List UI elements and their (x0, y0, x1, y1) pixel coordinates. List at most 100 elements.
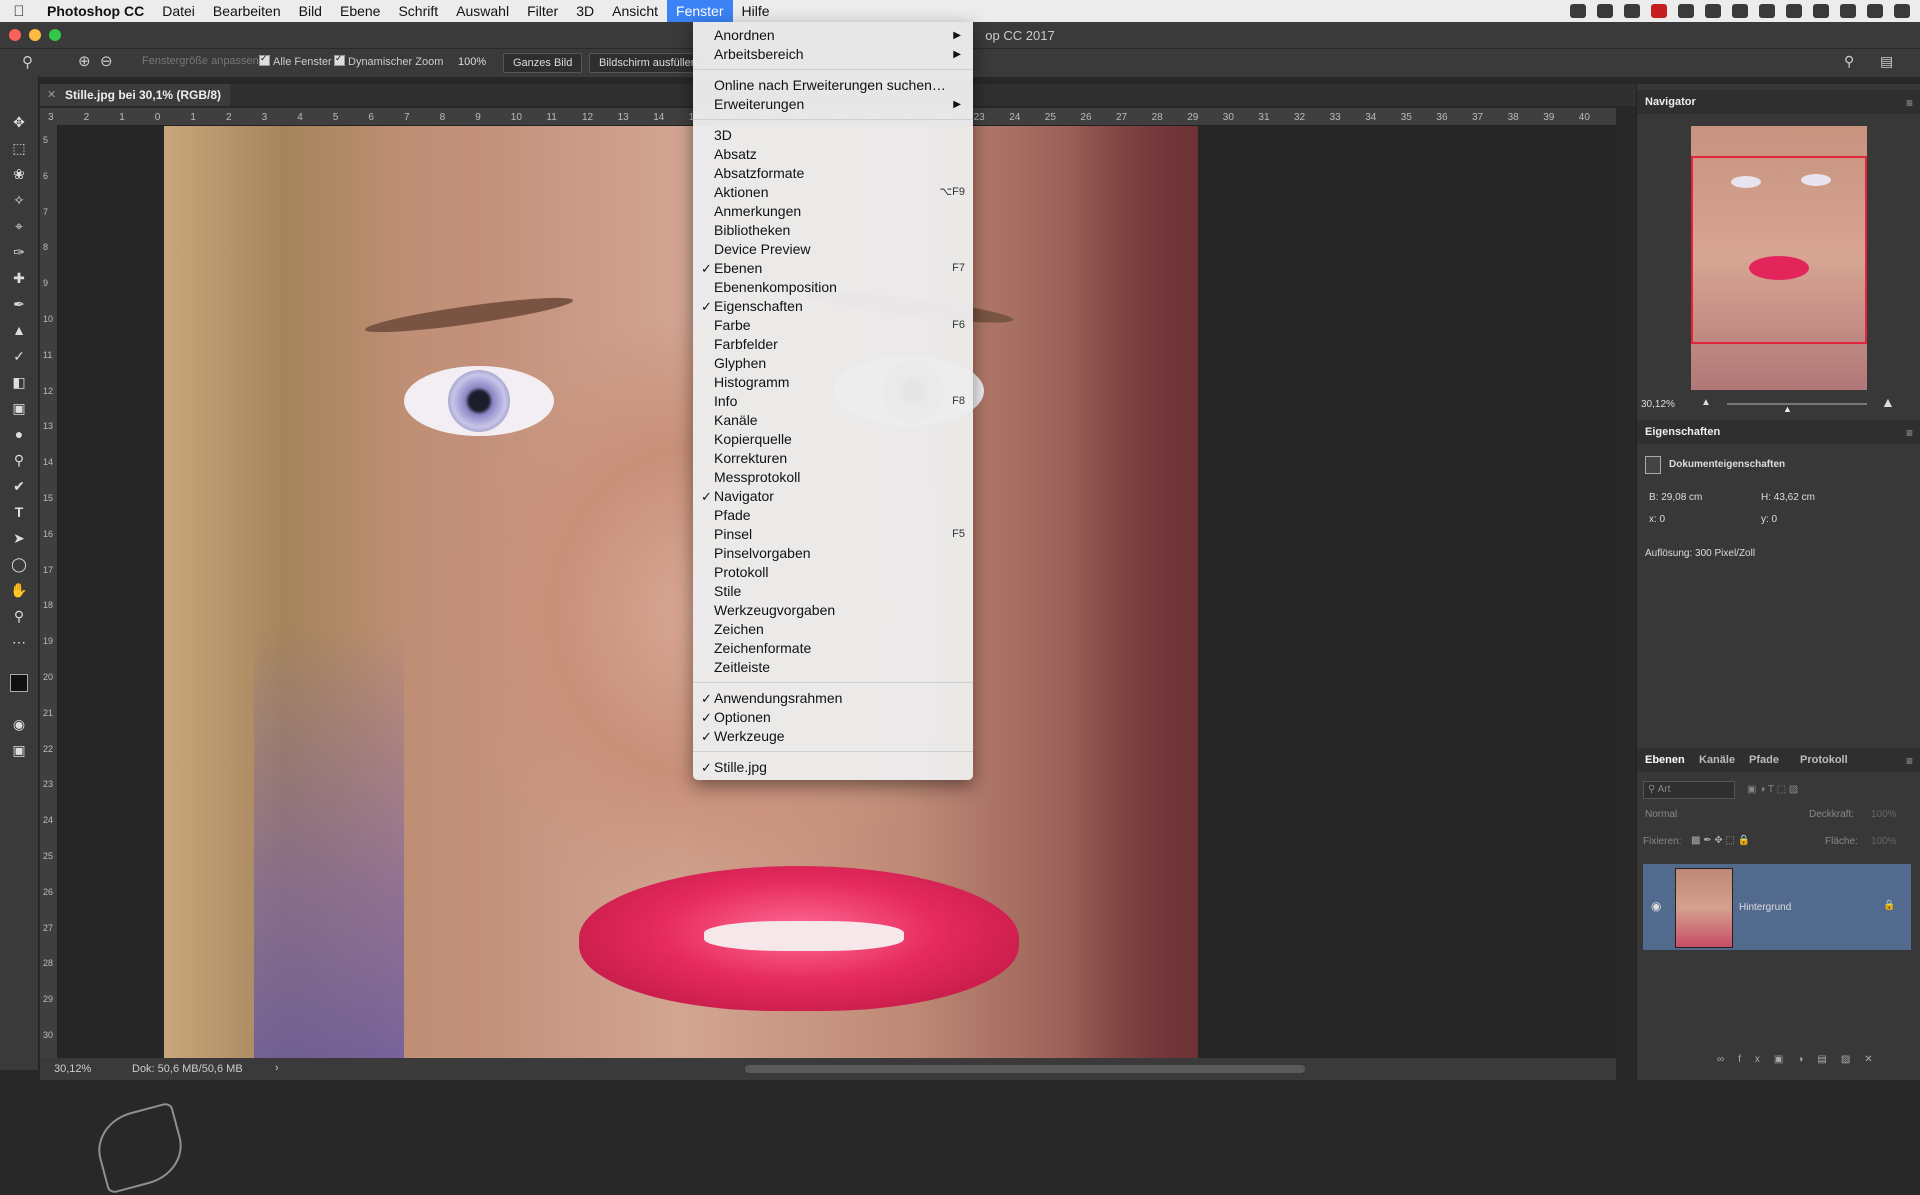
layer-name[interactable]: Hintergrund (1739, 902, 1791, 913)
menu-item-anmerkungen[interactable]: Anmerkungen (693, 202, 973, 221)
menu-schrift[interactable]: Schrift (389, 0, 447, 22)
menu-item-kopierquelle[interactable]: Kopierquelle (693, 430, 973, 449)
panel-menu-icon[interactable]: ≡ (1906, 96, 1913, 110)
healing-brush-tool-icon[interactable]: ✚ (8, 268, 30, 288)
navigator-zoom-value[interactable]: 30,12% (1641, 399, 1675, 410)
menu-item-device-preview[interactable]: Device Preview (693, 240, 973, 259)
menu-item-stile[interactable]: Stile (693, 582, 973, 601)
properties-title[interactable]: Eigenschaften (1645, 426, 1720, 438)
fill-value[interactable]: 100% (1871, 836, 1897, 847)
bluetooth-icon[interactable] (1786, 4, 1802, 18)
search-icon[interactable]: ⚲ (1844, 53, 1854, 70)
panel-menu-icon[interactable]: ≡ (1906, 754, 1913, 768)
dropbox-icon[interactable] (1597, 4, 1613, 18)
hand-tool-icon[interactable]: ✋ (8, 580, 30, 600)
layer-filter-field[interactable]: ⚲ Art (1643, 781, 1735, 799)
menu-filter[interactable]: Filter (518, 0, 567, 22)
menu-item-messprotokoll[interactable]: Messprotokoll (693, 468, 973, 487)
menu-bild[interactable]: Bild (290, 0, 331, 22)
filter-pixel-icon[interactable]: ▣ ◑ T ⬚ ▨ (1747, 784, 1798, 795)
history-brush-tool-icon[interactable]: ✓ (8, 346, 30, 366)
menu-item-info[interactable]: Info F8 (693, 392, 973, 411)
brush-tool-icon[interactable]: ✒ (8, 294, 30, 314)
stamp-tool-icon[interactable]: ▲ (8, 320, 30, 340)
panel-menu-icon[interactable]: ≡ (1906, 426, 1913, 440)
opacity-value[interactable]: 100% (1871, 809, 1897, 820)
zoom-in-large-icon[interactable]: ▲ (1881, 394, 1895, 410)
menu-item-aktionen[interactable]: Aktionen ⌥F9 (693, 183, 973, 202)
record-icon[interactable] (1570, 4, 1586, 18)
navigator-title[interactable]: Navigator (1645, 96, 1696, 108)
menu-item-pfade[interactable]: Pfade (693, 506, 973, 525)
cloud-icon[interactable] (1624, 4, 1640, 18)
menu-hilfe[interactable]: Hilfe (733, 0, 779, 22)
navigator-zoom-slider[interactable] (1727, 403, 1867, 405)
menu-auswahl[interactable]: Auswahl (447, 0, 518, 22)
workspace-icon[interactable]: ▤ (1880, 53, 1893, 70)
fit-screen-button[interactable]: Ganzes Bild (503, 53, 583, 73)
status-arrow-icon[interactable]: › (275, 1062, 279, 1074)
gradient-tool-icon[interactable]: ▣ (8, 398, 30, 418)
zoom-out-small-icon[interactable]: ▲ (1701, 397, 1711, 408)
menu-item-protokoll[interactable]: Protokoll (693, 563, 973, 582)
quick-select-tool-icon[interactable]: ✧ (8, 190, 30, 210)
ellipse-tool-icon[interactable]: ◯ (8, 554, 30, 574)
more-tools-icon[interactable]: ⋯ (8, 632, 30, 652)
move-tool-icon[interactable]: ✥ (8, 112, 30, 132)
menu-item-online-nach-erweiterungen-suchen[interactable]: Online nach Erweiterungen suchen… (693, 76, 973, 95)
layer-footer-icons[interactable]: ∞fx▣◑▤▨✕ (1717, 1054, 1887, 1065)
menu-item-werkzeuge[interactable]: ✓ Werkzeuge (693, 727, 973, 746)
airplay-icon[interactable] (1732, 4, 1748, 18)
zoom-tool-icon[interactable]: ⚲ (22, 53, 33, 71)
type-tool-icon[interactable]: T (8, 502, 30, 522)
slider-handle-icon[interactable]: ▲ (1783, 404, 1792, 414)
zoom-in-icon[interactable]: ⊕ (78, 52, 91, 70)
path-select-tool-icon[interactable]: ➤ (8, 528, 30, 548)
menu-item-histogramm[interactable]: Histogramm (693, 373, 973, 392)
tab-protokoll[interactable]: Protokoll (1800, 754, 1848, 766)
tab-pfade[interactable]: Pfade (1749, 754, 1779, 766)
zoom-out-icon[interactable]: ⊖ (100, 52, 113, 70)
zoom-value[interactable]: 100% (449, 53, 495, 71)
menu-datei[interactable]: Datei (153, 0, 204, 22)
blend-mode-select[interactable]: Normal (1645, 809, 1677, 820)
display-icon[interactable] (1705, 4, 1721, 18)
siri-icon[interactable] (1867, 4, 1883, 18)
zoom-tool-icon[interactable]: ⚲ (8, 606, 30, 626)
menu-bearbeiten[interactable]: Bearbeiten (204, 0, 290, 22)
menu-item-zeitleiste[interactable]: Zeitleiste (693, 658, 973, 677)
blur-tool-icon[interactable]: ● (8, 424, 30, 444)
menu-item-anordnen[interactable]: Anordnen ▶ (693, 26, 973, 45)
menu-item-3d[interactable]: 3D (693, 126, 973, 145)
layer-row[interactable]: ◉ Hintergrund 🔒 (1643, 864, 1911, 950)
lock-icons[interactable]: ▩ ✒ ✥ ⬚ 🔒 (1691, 835, 1750, 846)
menu-item-arbeitsbereich[interactable]: Arbeitsbereich ▶ (693, 45, 973, 64)
quick-mask-icon[interactable]: ◉ (8, 714, 30, 734)
menu-item-werkzeugvorgaben[interactable]: Werkzeugvorgaben (693, 601, 973, 620)
notification-icon[interactable] (1894, 4, 1910, 18)
marquee-tool-icon[interactable]: ⬚ (8, 138, 30, 158)
menu-item-kanäle[interactable]: Kanäle (693, 411, 973, 430)
tab-kanaele[interactable]: Kanäle (1699, 754, 1735, 766)
lasso-tool-icon[interactable]: ❀ (8, 164, 30, 184)
menu-item-pinsel[interactable]: Pinsel F5 (693, 525, 973, 544)
screen-mode-icon[interactable]: ▣ (8, 740, 30, 760)
pen-tool-icon[interactable]: ✔ (8, 476, 30, 496)
tab-ebenen[interactable]: Ebenen (1645, 754, 1685, 766)
adobe-cc-icon[interactable] (1651, 4, 1667, 18)
menu-item-anwendungsrahmen[interactable]: ✓ Anwendungsrahmen (693, 689, 973, 708)
eyedropper-tool-icon[interactable]: ✑ (8, 242, 30, 262)
navigator-view-frame[interactable] (1691, 156, 1867, 344)
menu-item-zeichen[interactable]: Zeichen (693, 620, 973, 639)
dodge-tool-icon[interactable]: ⚲ (8, 450, 30, 470)
menu-item-zeichenformate[interactable]: Zeichenformate (693, 639, 973, 658)
vertical-ruler[interactable]: 5 6 7 8 9 10 11 12 13 14 15 16 17 18 19 20 21 22 23 24 25 26 2… (40, 125, 58, 1060)
menu-item-glyphen[interactable]: Glyphen (693, 354, 973, 373)
wifi-icon[interactable] (1813, 4, 1829, 18)
menu-item-erweiterungen[interactable]: Erweiterungen ▶ (693, 95, 973, 114)
menu-3d[interactable]: 3D (567, 0, 603, 22)
menu-item-eigenschaften[interactable]: ✓ Eigenschaften (693, 297, 973, 316)
foreground-color-swatch[interactable] (10, 674, 28, 692)
menu-ansicht[interactable]: Ansicht (603, 0, 667, 22)
document-tab[interactable]: ✕ Stille.jpg bei 30,1% (RGB/8) (40, 84, 230, 106)
